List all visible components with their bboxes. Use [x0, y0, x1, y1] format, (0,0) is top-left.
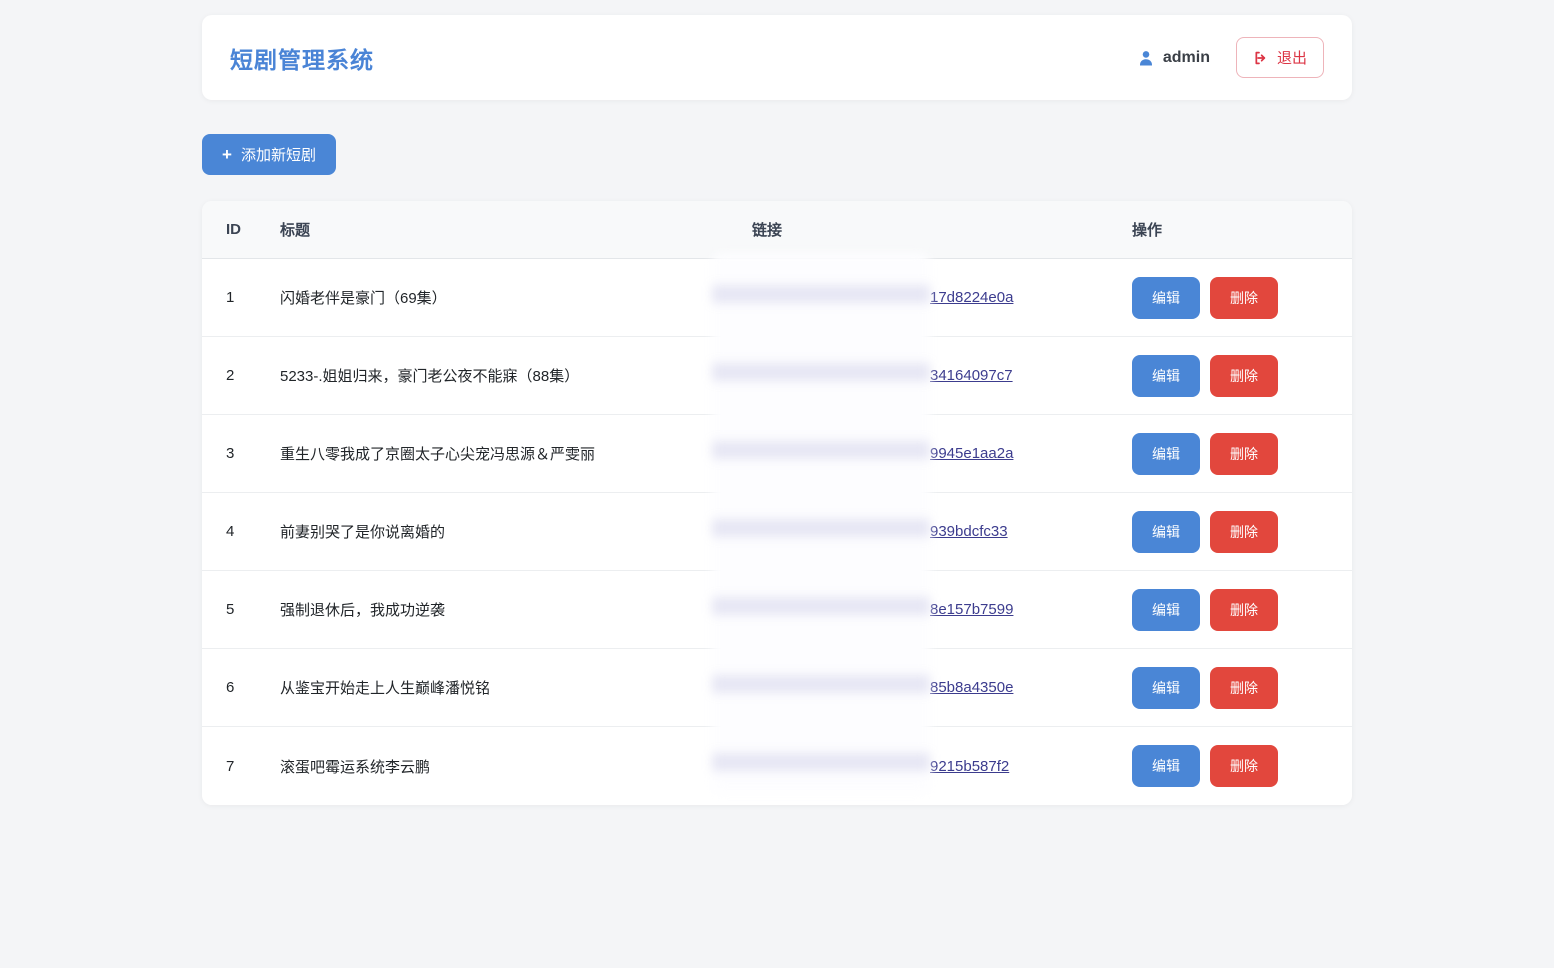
- row-actions: 编辑 删除: [1132, 510, 1328, 553]
- delete-button[interactable]: 删除: [1210, 666, 1278, 709]
- edit-button[interactable]: 编辑: [1132, 354, 1200, 397]
- delete-button[interactable]: 删除: [1210, 432, 1278, 475]
- col-header-link: 链接: [752, 222, 783, 239]
- row-id: 3: [226, 445, 235, 462]
- header-right: admin 退出: [1137, 37, 1324, 78]
- row-title: 前妻别哭了是你说离婚的: [280, 524, 446, 541]
- delete-button[interactable]: 删除: [1210, 276, 1278, 319]
- row-link-cell: 9945e1aa2a: [752, 445, 1132, 462]
- user-name: admin: [1162, 48, 1210, 66]
- table-row: 5 强制退休后，我成功逆袭 8e157b7599 编辑 删除: [202, 571, 1352, 649]
- edit-button[interactable]: 编辑: [1132, 588, 1200, 631]
- table-row: 7 滚蛋吧霉运系统李云鹏 9215b587f2 编辑 删除: [202, 727, 1352, 805]
- logout-icon: [1253, 50, 1269, 66]
- row-id: 5: [226, 601, 235, 618]
- row-actions: 编辑 删除: [1132, 276, 1328, 319]
- row-id: 7: [226, 757, 235, 775]
- table-body: 1 闪婚老伴是豪门（69集） 17d8224e0a 编辑 删除 2 5233-.…: [202, 259, 1352, 805]
- row-title: 从鉴宝开始走上人生巅峰潘悦铭: [280, 680, 491, 697]
- row-id: 1: [226, 289, 235, 306]
- row-link[interactable]: 9215b587f2: [930, 758, 1009, 775]
- row-link-cell: 9215b587f2: [752, 758, 1132, 775]
- row-link[interactable]: 8e157b7599: [930, 601, 1013, 618]
- row-link[interactable]: 85b8a4350e: [930, 679, 1013, 696]
- table-header-row: ID 标题 链接 操作: [202, 201, 1352, 259]
- row-actions: 编辑 删除: [1132, 745, 1328, 787]
- add-drama-label: 添加新短剧: [240, 147, 316, 164]
- row-title: 闪婚老伴是豪门（69集）: [280, 290, 447, 307]
- table-row: 4 前妻别哭了是你说离婚的 939bdcfc33 编辑 删除: [202, 493, 1352, 571]
- row-title: 5233-.姐姐归来，豪门老公夜不能寐（88集）: [280, 368, 580, 385]
- row-title: 重生八零我成了京圈太子心尖宠冯思源＆严雯丽: [280, 446, 596, 463]
- edit-button[interactable]: 编辑: [1132, 510, 1200, 553]
- row-link[interactable]: 939bdcfc33: [930, 523, 1008, 540]
- table-row: 1 闪婚老伴是豪门（69集） 17d8224e0a 编辑 删除: [202, 259, 1352, 337]
- delete-button[interactable]: 删除: [1210, 588, 1278, 631]
- delete-button[interactable]: 删除: [1210, 354, 1278, 397]
- user-icon: [1137, 49, 1155, 67]
- row-link-cell: 8e157b7599: [752, 601, 1132, 618]
- edit-button[interactable]: 编辑: [1132, 276, 1200, 319]
- drama-table: ID 标题 链接 操作 1 闪婚老伴是豪门（69集） 17d8224e0a 编辑…: [202, 201, 1352, 805]
- row-title: 强制退休后，我成功逆袭: [280, 602, 446, 619]
- row-link[interactable]: 9945e1aa2a: [930, 445, 1013, 462]
- row-actions: 编辑 删除: [1132, 432, 1328, 475]
- row-actions: 编辑 删除: [1132, 588, 1328, 631]
- row-link-cell: 85b8a4350e: [752, 679, 1132, 696]
- page-title: 短剧管理系统: [230, 46, 374, 73]
- edit-button[interactable]: 编辑: [1132, 666, 1200, 709]
- row-link-cell: 939bdcfc33: [752, 523, 1132, 540]
- plus-icon: +: [222, 145, 232, 164]
- row-actions: 编辑 删除: [1132, 666, 1328, 709]
- page-container: 短剧管理系统 admin 退出 + 添加新短剧 ID 标题 链接 操作 1 闪婚…: [202, 15, 1352, 805]
- logout-button[interactable]: 退出: [1235, 37, 1324, 78]
- user-chip: admin: [1137, 49, 1210, 67]
- row-link[interactable]: 17d8224e0a: [930, 289, 1013, 306]
- table-row: 6 从鉴宝开始走上人生巅峰潘悦铭 85b8a4350e 编辑 删除: [202, 649, 1352, 727]
- header-bar: 短剧管理系统 admin 退出: [202, 15, 1352, 100]
- row-id: 2: [226, 367, 235, 384]
- logout-label: 退出: [1276, 50, 1307, 67]
- delete-button[interactable]: 删除: [1210, 745, 1278, 787]
- edit-button[interactable]: 编辑: [1132, 432, 1200, 475]
- row-actions: 编辑 删除: [1132, 354, 1328, 397]
- delete-button[interactable]: 删除: [1210, 510, 1278, 553]
- row-title: 滚蛋吧霉运系统李云鹏: [280, 758, 431, 776]
- row-id: 6: [226, 679, 235, 696]
- table-row: 3 重生八零我成了京圈太子心尖宠冯思源＆严雯丽 9945e1aa2a 编辑 删除: [202, 415, 1352, 493]
- table-row: 2 5233-.姐姐归来，豪门老公夜不能寐（88集） 34164097c7 编辑…: [202, 337, 1352, 415]
- row-link-cell: 34164097c7: [752, 367, 1132, 384]
- row-id: 4: [226, 523, 235, 540]
- col-header-id: ID: [226, 221, 241, 238]
- add-drama-button[interactable]: + 添加新短剧: [202, 134, 336, 175]
- row-link[interactable]: 34164097c7: [930, 367, 1013, 384]
- edit-button[interactable]: 编辑: [1132, 745, 1200, 787]
- row-link-cell: 17d8224e0a: [752, 289, 1132, 306]
- col-header-title: 标题: [280, 222, 311, 239]
- col-header-actions: 操作: [1132, 222, 1163, 239]
